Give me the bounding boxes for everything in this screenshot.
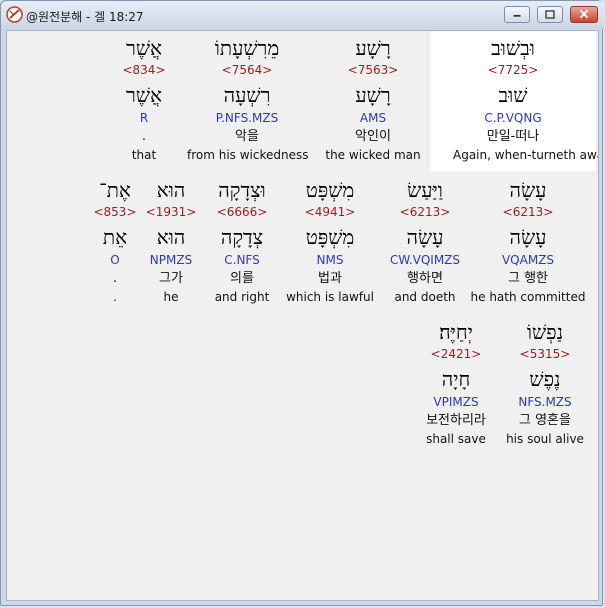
hebrew-root: חָיָה xyxy=(441,367,471,391)
strong-number: <853> xyxy=(93,205,137,219)
strong-number: <7564> xyxy=(221,63,273,77)
parse-code: VPIMZS xyxy=(433,395,479,409)
hebrew-word: יְחַיֶּה׃ xyxy=(439,320,473,344)
app-window: @원전분해 - 겔 18:27 וּבְשׁוּב <7725> שׁוּב C… xyxy=(0,0,604,606)
parse-code: AMS xyxy=(359,111,387,125)
hebrew-word: אֶת־ xyxy=(99,178,131,202)
close-icon xyxy=(579,9,589,19)
english-gloss: he hath committed xyxy=(470,290,586,304)
english-gloss: from his wickedness xyxy=(187,148,309,162)
english-gloss: . xyxy=(113,290,117,304)
hebrew-word: אֲשֶׁר xyxy=(126,36,162,60)
maximize-icon xyxy=(545,10,555,19)
english-gloss: shall save xyxy=(426,432,486,446)
korean-gloss: 악인이 xyxy=(355,129,391,144)
strong-number: <7725> xyxy=(487,63,539,77)
strong-number: <7563> xyxy=(347,63,399,77)
hebrew-word: וּבְשׁוּב xyxy=(491,36,535,60)
korean-gloss: . xyxy=(141,129,147,144)
strong-number: <6213> xyxy=(502,205,554,219)
parse-code: R xyxy=(139,111,149,125)
hebrew-root: שׁוּב xyxy=(498,83,528,107)
korean-gloss: 보전하리라 xyxy=(426,413,486,428)
korean-gloss: . xyxy=(112,271,118,286)
strong-number: <2421> xyxy=(430,347,482,361)
korean-gloss: 만일-떠나 xyxy=(486,129,540,144)
hebrew-root: רָשָׁע xyxy=(355,83,391,107)
hebrew-word: מֵרִשְׁעָתוֹ xyxy=(214,36,280,60)
hebrew-root: רִשְׁעָה xyxy=(223,83,271,107)
app-icon xyxy=(6,6,23,23)
hebrew-root: אֲשֶׁר xyxy=(126,83,162,107)
english-gloss: that xyxy=(131,148,157,162)
minimize-button[interactable] xyxy=(504,6,530,23)
korean-gloss: 악을 xyxy=(235,129,259,144)
english-gloss: Again, when-turneth away xyxy=(453,148,599,162)
maximize-button[interactable] xyxy=(537,6,563,23)
close-button[interactable] xyxy=(570,6,598,23)
window-title: @원전분해 - 겔 18:27 xyxy=(26,10,144,24)
parse-code: C.P.VQNG xyxy=(484,111,542,125)
hebrew-word: רָשָׁע xyxy=(355,36,391,60)
hebrew-root: עָשָׂה xyxy=(509,225,547,249)
english-gloss: the wicked man xyxy=(325,148,421,162)
minimize-icon xyxy=(513,14,521,17)
hebrew-root: אֵת xyxy=(102,225,128,249)
parse-code: VQAMZS xyxy=(501,253,555,267)
title-bar[interactable]: @원전분해 - 겔 18:27 xyxy=(1,1,604,29)
parse-code: O xyxy=(110,253,120,267)
korean-gloss: 그 행한 xyxy=(507,271,548,286)
parse-code: P.NFS.MZS xyxy=(215,111,279,125)
interlinear-panel[interactable]: וּבְשׁוּב <7725> שׁוּב C.P.VQNG 만일-떠나 Ag… xyxy=(6,30,599,601)
strong-number: <834> xyxy=(122,63,166,77)
hebrew-word: עָשָׂה xyxy=(509,178,547,202)
